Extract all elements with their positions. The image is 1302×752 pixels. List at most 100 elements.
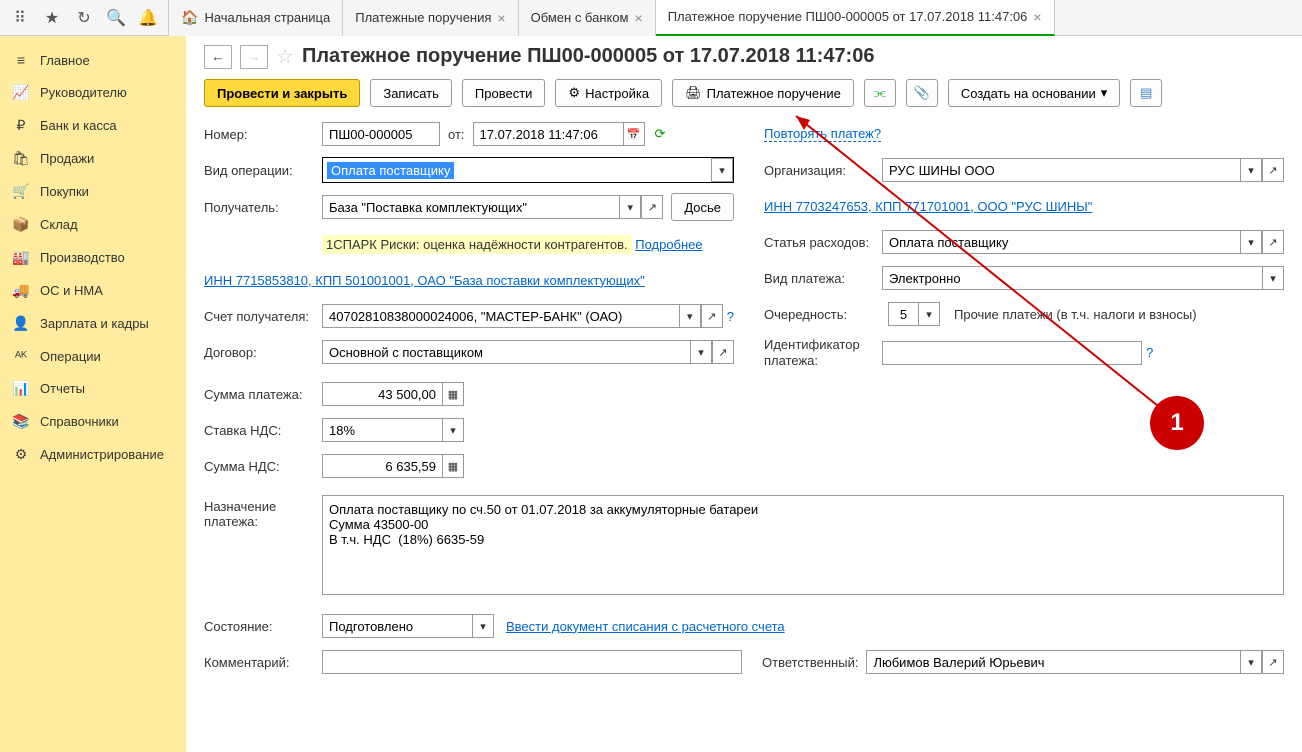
attach-button[interactable]: 📎 [906, 79, 938, 107]
sidebar-item[interactable]: ᴬᴷОперации [0, 340, 186, 372]
schet-open[interactable]: ↗ [701, 304, 723, 328]
poluchatel-open[interactable]: ↗ [641, 195, 663, 219]
sidebar-label: Справочники [40, 414, 119, 429]
sozdat-button[interactable]: Создать на основании ▾ [948, 79, 1120, 107]
summa-input[interactable] [322, 382, 442, 406]
label-sostoyanie: Состояние: [204, 619, 322, 634]
sidebar-label: Банк и касса [40, 118, 117, 133]
statya-open[interactable]: ↗ [1262, 230, 1284, 254]
sidebar-item[interactable]: 📈Руководителю [0, 76, 186, 109]
sidebar-item[interactable]: 🚚ОС и НМА [0, 274, 186, 307]
topbar: ⠿ ★ ↻ 🔍 🔔 🏠Начальная страницаПлатежные п… [0, 0, 1302, 36]
summa-nds-calc[interactable]: ▦ [442, 454, 464, 478]
otvetstvenny-open[interactable]: ↗ [1262, 650, 1284, 674]
poluchatel-dropdown[interactable]: ▾ [619, 195, 641, 219]
history-icon[interactable]: ↻ [70, 4, 98, 32]
sidebar-item[interactable]: 🛒Покупки [0, 175, 186, 208]
vid-platezha-input[interactable] [882, 266, 1262, 290]
identifikator-input[interactable] [882, 341, 1142, 365]
sidebar-item[interactable]: ⚙ Администрирование [0, 438, 186, 471]
sidebar-label: Администрирование [40, 447, 164, 462]
otvetstvenny-input[interactable] [866, 650, 1240, 674]
dogovor-input[interactable] [322, 340, 690, 364]
sidebar-label: Производство [40, 250, 125, 265]
ocherednost-input[interactable] [888, 302, 918, 326]
dogovor-open[interactable]: ↗ [712, 340, 734, 364]
sidebar-item[interactable]: 🏭 Производство [0, 241, 186, 274]
data-input[interactable] [473, 122, 623, 146]
vvesti-spisanie-link[interactable]: Ввести документ списания с расчетного сч… [506, 619, 785, 634]
forward-button[interactable]: → [240, 45, 268, 69]
identifikator-help[interactable]: ? [1146, 345, 1153, 360]
sidebar-item[interactable]: 📊Отчеты [0, 372, 186, 405]
label-poluchatel: Получатель: [204, 200, 322, 215]
sidebar-icon: ᴬᴷ [12, 348, 30, 364]
provesti-button[interactable]: Провести [462, 79, 546, 107]
inn-org-link[interactable]: ИНН 7703247653, КПП 771701001, ООО "РУС … [764, 199, 1092, 214]
back-button[interactable]: ← [204, 45, 232, 69]
zapisat-button[interactable]: Записать [370, 79, 452, 107]
summa-calc[interactable]: ▦ [442, 382, 464, 406]
tab[interactable]: Платежные поручения × [343, 0, 518, 36]
star-icon[interactable]: ★ [38, 4, 66, 32]
refresh-icon[interactable]: ⟳ [655, 126, 666, 142]
poluchatel-input[interactable] [322, 195, 619, 219]
org-open[interactable]: ↗ [1262, 158, 1284, 182]
statya-dropdown[interactable]: ▾ [1240, 230, 1262, 254]
tab[interactable]: Платежное поручение ПШ00-000005 от 17.07… [656, 0, 1055, 36]
close-icon[interactable]: × [1033, 9, 1041, 25]
kommentariy-input[interactable] [322, 650, 742, 674]
sostoyanie-input[interactable] [322, 614, 472, 638]
spark-text: 1СПАРК Риски: оценка надёжности контраге… [322, 235, 632, 254]
nastroika-button[interactable]: ⚙Настройка [555, 79, 662, 107]
naznachenie-textarea[interactable] [322, 495, 1284, 595]
povtoriat-link[interactable]: Повторять платеж? [764, 126, 881, 142]
apps-icon[interactable]: ⠿ [6, 4, 34, 32]
vid-operacii-input[interactable]: Оплата поставщику [327, 162, 454, 179]
provesti-zakryt-button[interactable]: Провести и закрыть [204, 79, 360, 107]
stavka-nds-dropdown[interactable]: ▾ [442, 418, 464, 442]
tab[interactable]: Обмен с банком× [519, 0, 656, 36]
summa-nds-input[interactable] [322, 454, 442, 478]
sidebar-item[interactable]: ₽Банк и касса [0, 109, 186, 142]
calendar-icon[interactable]: 📅 [623, 122, 645, 146]
sidebar-icon: 🚚 [12, 282, 30, 299]
sostoyanie-dropdown[interactable]: ▾ [472, 614, 494, 638]
sidebar-item[interactable]: 📦Склад [0, 208, 186, 241]
tab-label: Платежные поручения [355, 10, 491, 25]
nomer-input[interactable] [322, 122, 440, 146]
dogovor-dropdown[interactable]: ▾ [690, 340, 712, 364]
organizacia-input[interactable] [882, 158, 1240, 182]
sidebar-item[interactable]: 📚Справочники [0, 405, 186, 438]
plat-poruch-button[interactable]: 🖨Платежное поручение [672, 79, 854, 107]
stavka-nds-input[interactable] [322, 418, 442, 442]
vid-operacii-dropdown[interactable]: ▾ [711, 158, 733, 182]
tabs: 🏠Начальная страницаПлатежные поручения×О… [168, 0, 1302, 36]
close-icon[interactable]: × [497, 10, 505, 26]
sidebar-item[interactable]: 👤Зарплата и кадры [0, 307, 186, 340]
spark-podrobnee-link[interactable]: Подробнее [635, 237, 702, 252]
otvetstvenny-dropdown[interactable]: ▾ [1240, 650, 1262, 674]
bell-icon[interactable]: 🔔 [134, 4, 162, 32]
ocherednost-dropdown[interactable]: ▾ [918, 302, 940, 326]
statya-input[interactable] [882, 230, 1240, 254]
scheme-button[interactable]: ⫘ [864, 79, 896, 107]
sidebar-icon: 🏭 [12, 249, 30, 266]
label-vid-operacii: Вид операции: [204, 163, 322, 178]
schet-help[interactable]: ? [727, 309, 734, 324]
sidebar-item[interactable]: 🛍Продажи [0, 142, 186, 175]
org-dropdown[interactable]: ▾ [1240, 158, 1262, 182]
schet-input[interactable] [322, 304, 679, 328]
schet-dropdown[interactable]: ▾ [679, 304, 701, 328]
label-schet: Счет получателя: [204, 309, 322, 324]
sidebar-item[interactable]: ≡Главное [0, 44, 186, 76]
favorite-star-icon[interactable]: ☆ [276, 44, 294, 69]
dose-button[interactable]: Досье [671, 193, 734, 221]
sidebar-icon: ⚙ [12, 446, 30, 463]
tab[interactable]: 🏠Начальная страница [168, 0, 343, 36]
vid-platezha-dropdown[interactable]: ▾ [1262, 266, 1284, 290]
close-icon[interactable]: × [635, 10, 643, 26]
search-icon[interactable]: 🔍 [102, 4, 130, 32]
inn-poluchatel-link[interactable]: ИНН 7715853810, КПП 501001001, ОАО "База… [204, 273, 645, 288]
report-button[interactable]: ▤ [1130, 79, 1162, 107]
